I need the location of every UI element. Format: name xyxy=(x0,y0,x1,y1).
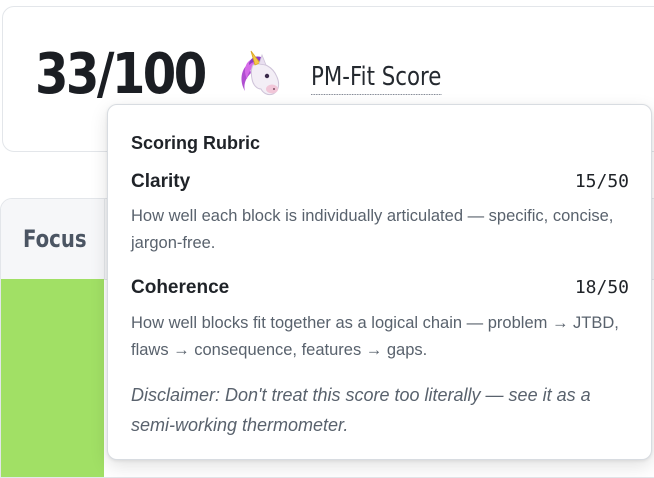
criterion-score-coherence: 18/50 xyxy=(574,277,629,298)
criterion-description-coherence: How well blocks fit together as a logica… xyxy=(131,314,619,359)
rubric-title: Scoring Rubric xyxy=(131,133,261,153)
focus-column-header[interactable]: Focus xyxy=(23,225,87,253)
rubric-disclaimer: Disclaimer: Don't treat this score too l… xyxy=(131,385,591,435)
unicorn-icon xyxy=(235,49,287,101)
focus-color-bar xyxy=(1,279,104,477)
pm-fit-score-link[interactable]: PM-Fit Score xyxy=(311,61,442,95)
scoring-rubric-tooltip: Scoring Rubric Clarity 15/50 How well ea… xyxy=(107,104,652,460)
score-value: 33/100 xyxy=(35,42,207,107)
column-divider xyxy=(104,199,105,279)
criterion-score-clarity: 15/50 xyxy=(574,171,629,192)
criterion-name-coherence: Coherence xyxy=(131,277,230,298)
criterion-name-clarity: Clarity xyxy=(131,171,191,192)
criterion-description-clarity: How well each block is individually arti… xyxy=(131,207,614,252)
